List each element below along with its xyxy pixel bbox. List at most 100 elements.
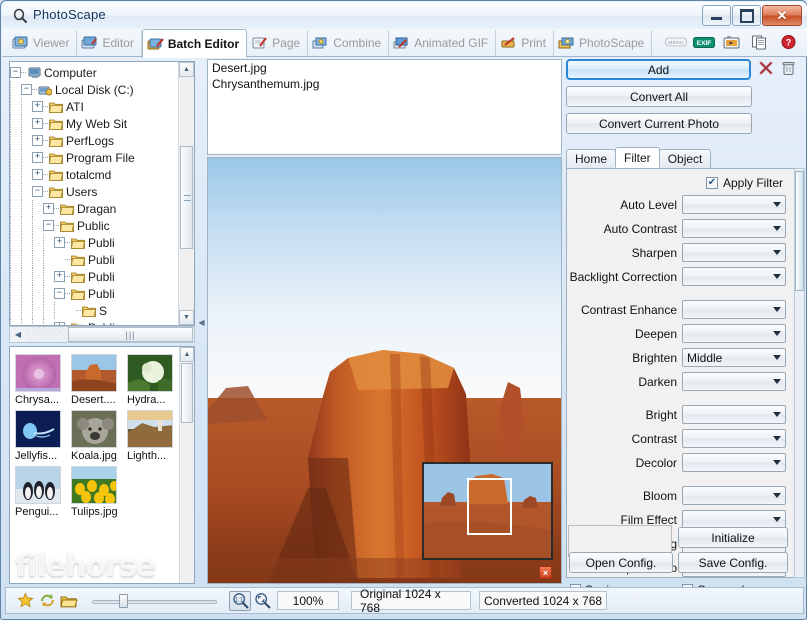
tree-item-public[interactable]: − Public [10,217,194,234]
thumbnail-item[interactable]: Pengui... [15,466,63,518]
tree-scroll-up-button[interactable]: ▲ [179,62,194,77]
tree-toggle-minus[interactable]: − [54,288,65,299]
thumbnail-item[interactable]: Desert.... [71,354,119,406]
thumbnail-item[interactable]: Chrysa... [15,354,63,406]
thumbnail-size-slider[interactable] [92,593,217,608]
slider-knob[interactable] [119,593,128,608]
convert-all-button[interactable]: Convert All [566,86,752,107]
tree-toggle-plus[interactable]: + [32,152,43,163]
convert-current-photo-button[interactable]: Convert Current Photo [566,113,752,134]
thumbnail-item[interactable]: Hydra... [127,354,175,406]
refresh-icon[interactable] [36,591,58,611]
thumbnail-image[interactable] [71,410,117,448]
add-button[interactable]: Add [566,59,751,80]
thumb-scroll-up-button[interactable]: ▲ [180,347,194,362]
tab-print[interactable]: Print [496,30,554,56]
tree-item-publi[interactable]: +Publi [10,319,194,325]
tree-item-program-file[interactable]: + Program File [10,149,194,166]
tab-filter[interactable]: Filter [615,147,660,168]
tree-scroll-left-button[interactable]: ◀ [10,327,26,342]
filter-combo-deepen[interactable] [682,324,786,343]
zoom-fit-window-icon[interactable] [251,591,273,611]
tree-toggle-plus[interactable]: + [43,203,54,214]
screen-capture-icon[interactable] [721,33,743,51]
thumbnail-panel[interactable]: Chrysa... Desert.... Hydra... Jellyfis... Ko… [9,346,195,584]
tree-toggle-plus[interactable]: + [32,169,43,180]
left-splitter[interactable]: ◀ [197,61,206,584]
thumbnail-image[interactable] [127,354,173,392]
filter-panel-scrollbar[interactable] [794,168,805,578]
tree-toggle-minus[interactable]: − [43,220,54,231]
tree-hscroll-track[interactable]: ||| [26,327,193,342]
filter-combo-bright[interactable] [682,405,786,424]
apply-filter-row[interactable]: ✔ Apply Filter [567,169,795,194]
trash-icon[interactable] [780,59,797,77]
maximize-button[interactable] [732,5,761,26]
folder-tree-panel[interactable]: − Computer − Local Disk (C:) + ATI + My Web Sit… [9,61,195,326]
navigator-viewport-rect[interactable] [467,478,512,535]
tree-item-publi[interactable]: − Publi [10,285,194,302]
thumbnail-image[interactable] [15,354,61,392]
close-button[interactable]: ✕ [762,5,802,26]
thumbnail-scrollbar[interactable]: ▲ [179,347,194,583]
tree-toggle-minus[interactable]: − [32,186,43,197]
tree-hscroll-thumb[interactable]: ||| [68,327,193,342]
filter-combo-decolor[interactable] [682,453,786,472]
clipboard-icon[interactable] [749,33,771,51]
tab-editor[interactable]: Editor [77,30,142,56]
tree-item-my-web-sit[interactable]: + My Web Sit [10,115,194,132]
tree-item-publi[interactable]: +Publi [10,268,194,285]
tree-item-computer[interactable]: − Computer [10,64,194,81]
filter-combo-contrast-enhance[interactable] [682,300,786,319]
file-list-row[interactable]: Chrysanthemum.jpg [208,76,561,92]
tab-page[interactable]: Page [247,30,309,56]
save-config-button[interactable]: Save Config. [678,552,788,573]
image-preview[interactable]: × [207,157,562,584]
filter-combo-darken[interactable] [682,372,786,391]
favorite-star-icon[interactable] [14,591,36,611]
tree-toggle-minus[interactable]: − [10,67,21,78]
zoom-level-field[interactable]: 100% [277,591,339,610]
tab-combine[interactable]: Combine [308,30,390,56]
tree-item-ati[interactable]: + ATI [10,98,194,115]
help-icon[interactable]: ? [777,33,799,51]
navigator-close-button[interactable]: × [539,566,552,579]
tree-toggle-plus[interactable]: + [32,101,43,112]
tree-scroll-thumb[interactable] [180,146,193,249]
tab-batch-editor[interactable]: Batch Editor [141,29,248,58]
tab-home[interactable]: Home [566,149,617,168]
thumbnail-item[interactable]: Tulips.jpg [71,466,119,518]
tree-item-users[interactable]: − Users [10,183,194,200]
filter-combo-contrast[interactable] [682,429,786,448]
tree-item-dragan[interactable]: + Dragan [10,200,194,217]
thumbnail-item[interactable]: Lighth... [127,410,175,462]
tree-item-publi[interactable]: Publi [10,251,194,268]
exif-icon[interactable]: EXIF [693,33,715,51]
thumbnail-item[interactable]: Koala.jpg [71,410,119,462]
tab-object[interactable]: Object [658,149,712,168]
tree-item-s[interactable]: S [10,302,194,319]
thumb-scroll-thumb[interactable] [181,363,193,423]
tab-photoscape[interactable]: PhotoScape [554,30,653,56]
thumbnail-image[interactable] [71,354,117,392]
thumbnail-image[interactable] [127,410,173,448]
tree-toggle-plus[interactable]: + [54,271,65,282]
tree-horizontal-scrollbar[interactable]: ◀ ||| ▶ [9,326,195,343]
file-list-row[interactable]: Desert.jpg [208,60,561,76]
batch-file-list[interactable]: Desert.jpg Chrysanthemum.jpg [207,59,562,155]
tree-scroll-down-button[interactable]: ▼ [179,310,194,325]
filter-combo-bloom[interactable] [682,486,786,505]
menu-icon[interactable]: MENU [665,33,687,51]
tree-item-perflogs[interactable]: + PerfLogs [10,132,194,149]
tree-toggle-minus[interactable]: − [21,84,32,95]
filter-combo-backlight-correction[interactable] [682,267,786,286]
thumbnail-image[interactable] [15,410,61,448]
thumbnail-image[interactable] [15,466,61,504]
tree-toggle-plus[interactable]: + [32,118,43,129]
filter-combo-brighten[interactable]: Middle [682,348,786,367]
tab-animated-gif[interactable]: Animated GIF [389,30,497,56]
minimize-button[interactable] [702,5,731,26]
apply-filter-checkbox[interactable]: ✔ [705,177,718,189]
tree-toggle-plus[interactable]: + [54,237,65,248]
filter-combo-auto-contrast[interactable] [682,219,786,238]
